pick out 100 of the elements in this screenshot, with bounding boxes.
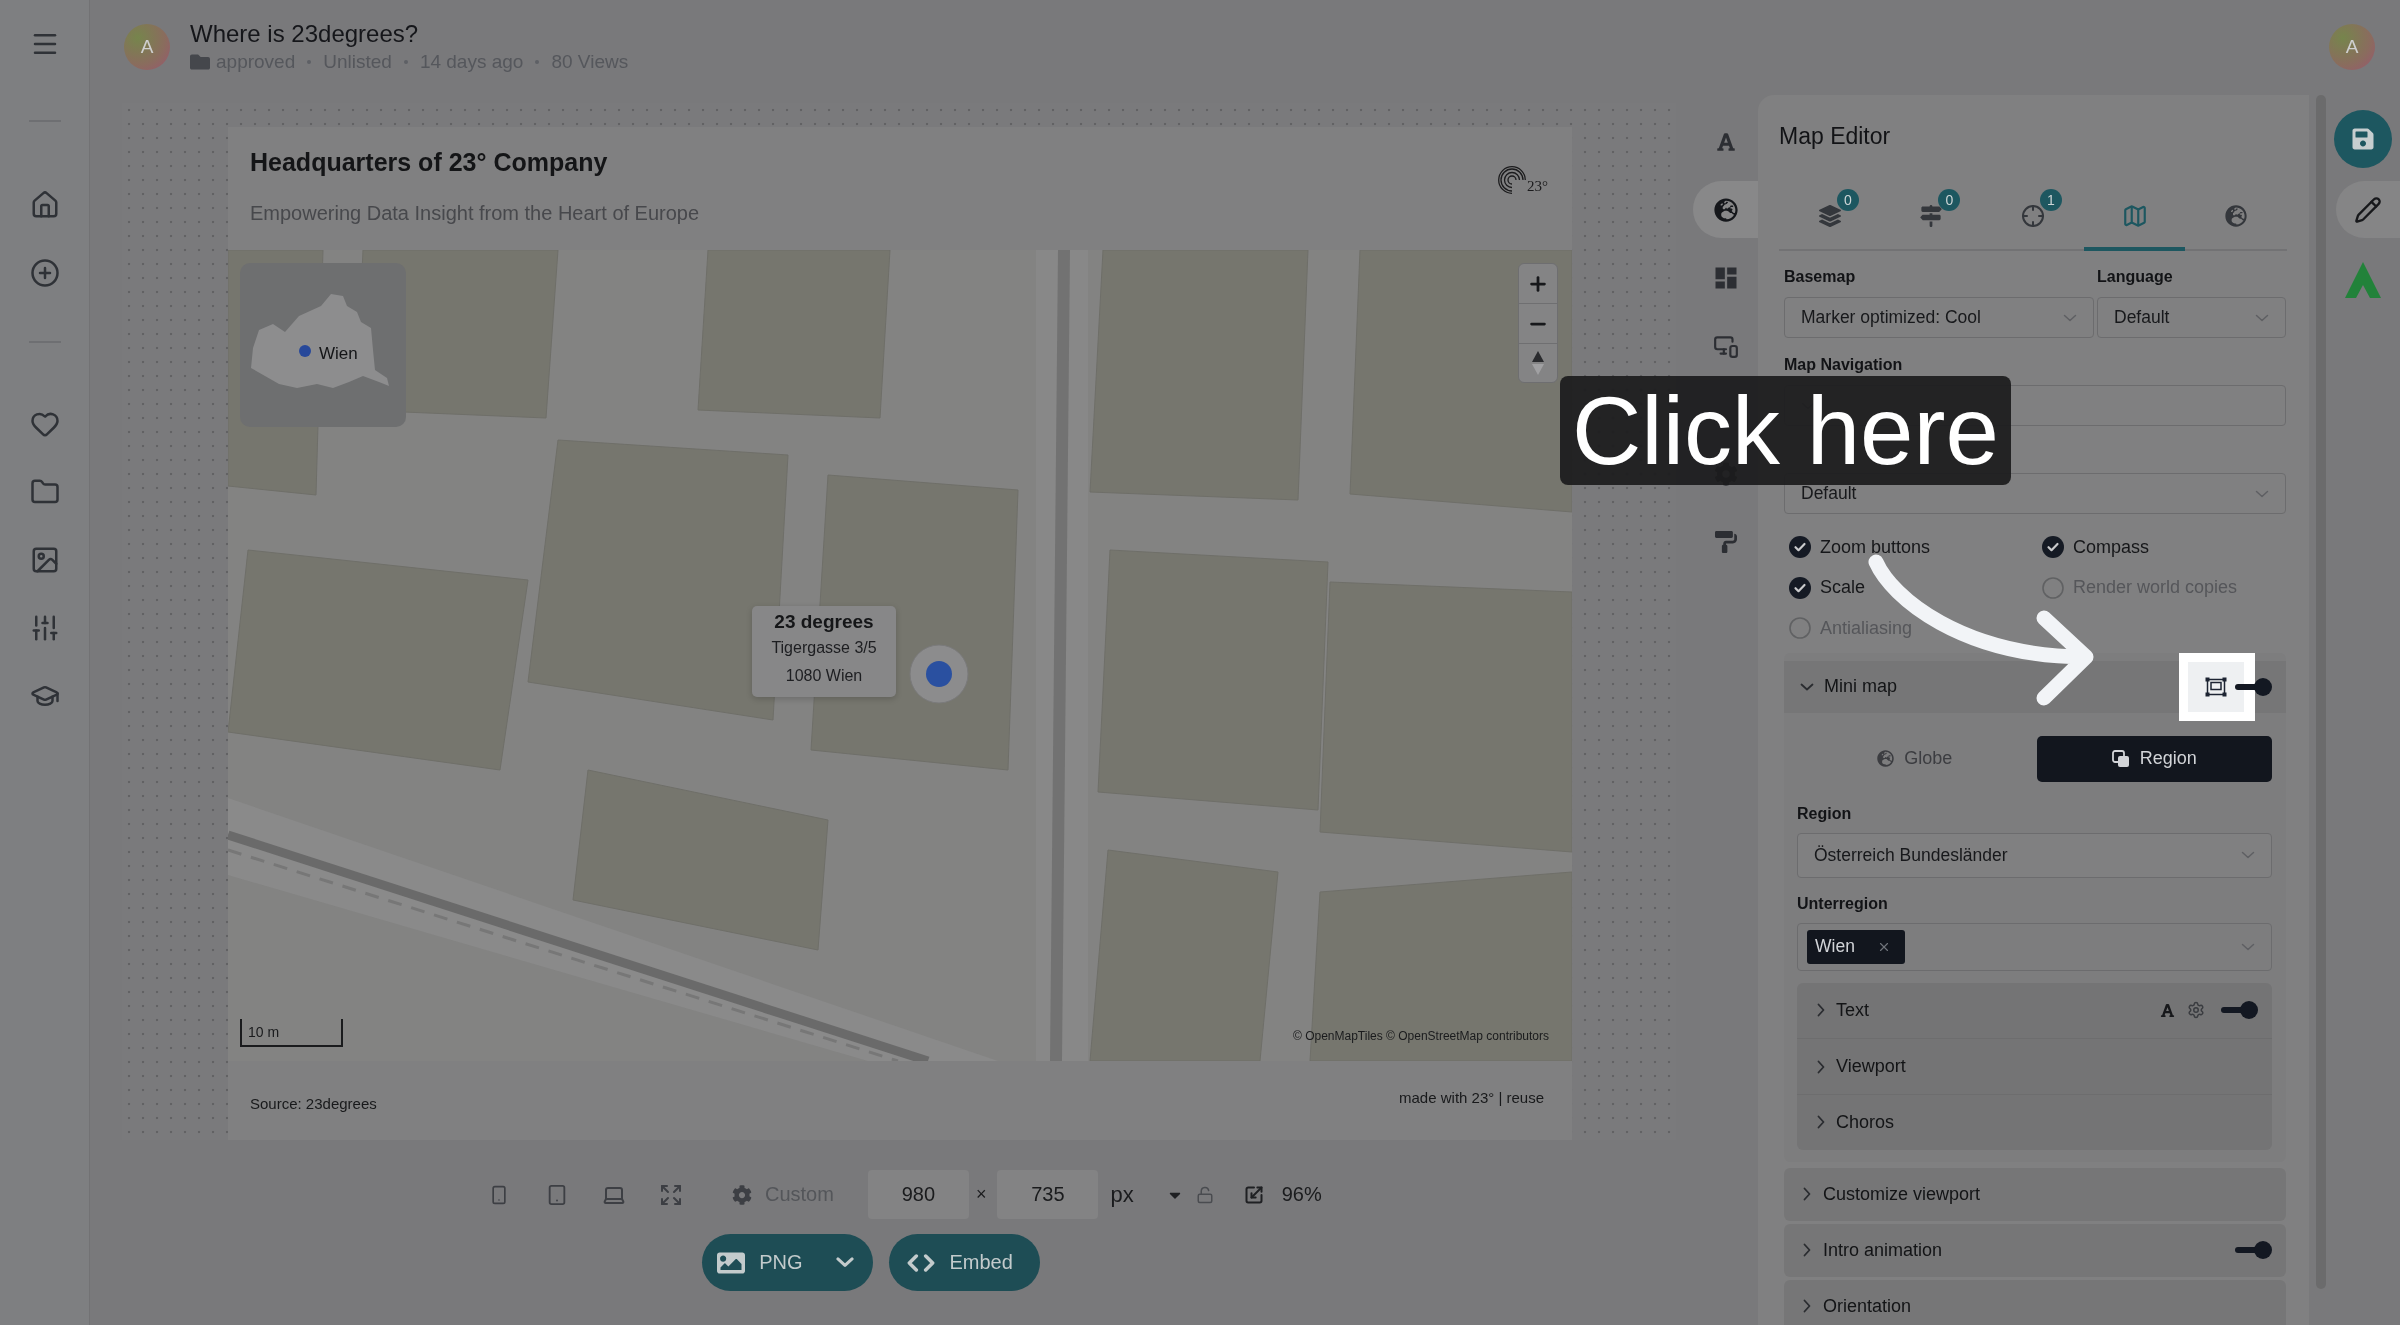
chevron-right-icon	[1817, 1003, 1825, 1018]
accordion-header[interactable]: Mini map	[1784, 652, 2286, 721]
panel-title: Map Editor	[1779, 122, 1892, 151]
multi-select-field[interactable]: Wien	[1797, 922, 2272, 971]
fullscreen-icon[interactable]	[659, 1182, 683, 1207]
accordion-title: Viewport	[1836, 1056, 1907, 1078]
accordion-row[interactable]: Choros	[1797, 1093, 2272, 1150]
scale-bar: 10 m	[240, 1019, 343, 1047]
accordion-row[interactable]: Customize viewport	[1784, 1167, 2286, 1221]
checkbox-label: Compass	[2073, 536, 2150, 558]
accordion-row[interactable]: Intro animation	[1784, 1223, 2286, 1277]
folder-icon	[190, 52, 210, 72]
accordion-title: Intro animation	[1823, 1239, 1944, 1261]
map-icon	[2121, 203, 2148, 229]
accordion-title: Text	[1836, 999, 1870, 1021]
gear-icon[interactable]	[732, 1184, 752, 1205]
tablet-icon[interactable]	[546, 1183, 568, 1206]
chevron-right-icon	[1803, 1187, 1811, 1202]
map-attribution: © OpenMapTiles © OpenStreetMap contributors	[1292, 1029, 1549, 1043]
accordion-title: Choros	[1836, 1111, 1896, 1133]
signpost-icon	[1920, 205, 1943, 227]
crosshair-icon	[2021, 204, 2045, 228]
edit-tab[interactable]	[2336, 181, 2400, 238]
unlocked-icon[interactable]	[1195, 1185, 1214, 1204]
editor-tab[interactable]: 0	[1880, 185, 1983, 251]
height-input[interactable]: 735	[997, 1170, 1099, 1219]
count-badge: 0	[1836, 189, 1859, 211]
tag-chip[interactable]: Wien	[1807, 929, 1905, 964]
home-icon[interactable]	[29, 190, 60, 220]
font-icon	[1715, 131, 1736, 152]
save-button[interactable]	[2334, 110, 2392, 168]
logo-arcs-icon	[1498, 166, 1526, 194]
mode-button[interactable]: Globe	[1797, 735, 2033, 782]
export-button[interactable]: Embed	[889, 1234, 1040, 1291]
checkbox[interactable]	[1789, 536, 1811, 559]
chevron-down-icon	[2241, 942, 2255, 951]
mode-button[interactable]: Region	[2036, 735, 2272, 782]
popup-line: 1080 Wien	[785, 666, 863, 686]
chevron-right-icon	[1803, 1243, 1811, 1258]
minimap-label: Wien	[319, 343, 358, 365]
field-label: Basemap	[1784, 267, 1857, 287]
card-subtitle: Empowering Data Insight from the Heart of Europe	[250, 201, 700, 226]
editor-tab[interactable]: 1	[1982, 185, 2084, 251]
minimap-style-button[interactable]	[2188, 661, 2244, 712]
checkbox-label: Scale	[1820, 577, 1866, 599]
credit-text: made with 23° | reuse	[1399, 1089, 1544, 1107]
chevron-down-icon	[1800, 682, 1814, 691]
paint-roller-icon	[1714, 530, 1737, 553]
click-here-tooltip: Click here	[1560, 376, 2011, 485]
chevron-right-icon	[1817, 1059, 1825, 1074]
chevron-down-icon	[2063, 313, 2077, 322]
compass-icon[interactable]	[1532, 350, 1544, 375]
count-badge: 0	[1938, 189, 1961, 211]
globe-icon	[2225, 205, 2248, 227]
globe-icon	[1713, 197, 1738, 222]
select-field[interactable]: Österreich Bundesländer	[1797, 832, 2272, 878]
font-icon[interactable]	[2160, 1002, 2175, 1018]
popup-title: 23 degrees	[774, 610, 874, 634]
phone-icon[interactable]	[489, 1184, 509, 1205]
location-marker-icon[interactable]	[909, 644, 969, 704]
select-field[interactable]: Default	[2097, 297, 2286, 338]
tool-tab[interactable]	[1693, 181, 1758, 238]
toggle-switch[interactable]	[2234, 1239, 2274, 1262]
checkbox-label: Zoom buttons	[1820, 536, 1931, 558]
triangle-logo-icon	[2345, 262, 2381, 298]
chevron-down-icon	[2241, 851, 2255, 859]
overlapping-squares-icon	[2111, 749, 2130, 768]
accordion-title: Mini map	[1824, 676, 1899, 697]
chevron-down-icon	[2255, 489, 2269, 498]
width-input[interactable]: 980	[867, 1170, 969, 1219]
chevron-right-icon	[1817, 1115, 1825, 1130]
editor-tab[interactable]: 0	[1779, 185, 1881, 251]
field-label: Language	[2097, 267, 2174, 287]
field-label: Map Navigation	[1784, 355, 1904, 375]
field-label: Unterregion	[1797, 893, 1889, 914]
select-field[interactable]: Marker optimized: Cool	[1784, 297, 2094, 338]
globe-icon	[1877, 750, 1895, 767]
zoom-level: 96%	[1281, 1183, 1322, 1206]
resize-icon[interactable]	[1243, 1184, 1264, 1205]
toggle-switch[interactable]	[2234, 675, 2274, 698]
accordion-row[interactable]: Viewport	[1797, 1038, 2272, 1094]
unit-label: px	[1110, 1181, 1134, 1208]
accordion-title: Orientation	[1823, 1295, 1913, 1317]
accordion-row[interactable]: Text	[1797, 982, 2272, 1039]
checkbox[interactable]	[2042, 576, 2064, 599]
avatar[interactable]: A	[2329, 24, 2375, 70]
export-button[interactable]: PNG	[702, 1234, 874, 1291]
pencil-icon	[2354, 195, 2382, 224]
checkbox[interactable]	[2042, 536, 2064, 559]
count-badge: 1	[2040, 189, 2062, 211]
checkbox[interactable]	[1789, 576, 1811, 599]
field-label: Region	[1797, 803, 1853, 824]
settings-icon[interactable]	[2187, 1001, 2205, 1020]
logo-text: 23°	[1527, 179, 1548, 194]
toggle-switch[interactable]	[2220, 999, 2260, 1022]
page-title: Where is 23degrees?	[190, 19, 420, 49]
accordion-row[interactable]: Orientation	[1784, 1279, 2286, 1325]
add-circle-icon[interactable]	[29, 258, 60, 288]
source-text: Source: 23degrees	[250, 1095, 377, 1113]
checkbox[interactable]	[1789, 617, 1811, 640]
